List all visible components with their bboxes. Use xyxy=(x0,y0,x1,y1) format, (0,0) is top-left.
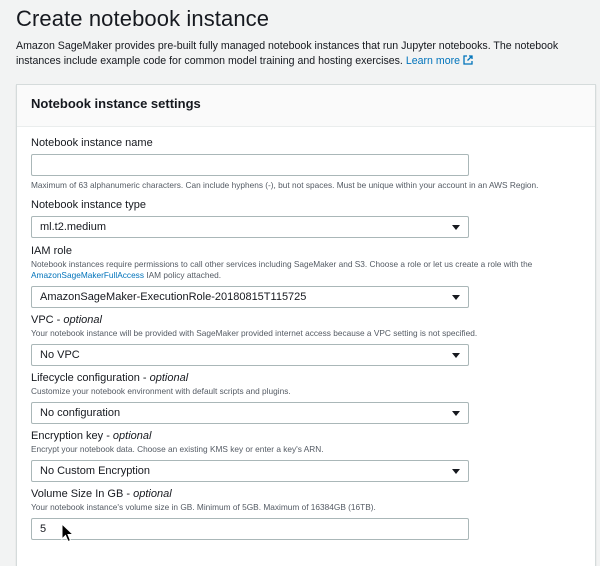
lifecycle-label: Lifecycle configuration - optional xyxy=(31,372,571,384)
iam-role-label: IAM role xyxy=(31,245,72,257)
iam-role-help: Notebook instances require permissions t… xyxy=(31,259,571,281)
encryption-value: No Custom Encryption xyxy=(40,465,151,477)
caret-down-icon xyxy=(452,469,460,474)
encryption-help: Encrypt your notebook data. Choose an ex… xyxy=(31,444,324,454)
settings-panel: Notebook instance settings Notebook inst… xyxy=(16,84,596,566)
lifecycle-optional-tag: optional xyxy=(149,372,189,384)
instance-name-help: Maximum of 63 alphanumeric characters. C… xyxy=(31,180,539,190)
panel-header: Notebook instance settings xyxy=(17,85,595,127)
caret-down-icon xyxy=(452,295,460,300)
encryption-select[interactable]: No Custom Encryption xyxy=(31,460,469,482)
caret-down-icon xyxy=(452,411,460,416)
encryption-label: Encryption key - optional xyxy=(31,430,571,442)
learn-more-label[interactable]: Learn more xyxy=(406,55,460,67)
lifecycle-label-text: Lifecycle configuration - xyxy=(31,372,150,384)
encryption-label-text: Encryption key - xyxy=(31,430,113,442)
field-lifecycle: Lifecycle configuration - optional Custo… xyxy=(31,372,571,424)
full-access-policy-link[interactable]: AmazonSageMakerFullAccess xyxy=(31,270,144,280)
mouse-pointer-icon xyxy=(61,523,75,543)
encryption-optional-tag: optional xyxy=(112,430,152,442)
caret-down-icon xyxy=(452,225,460,230)
instance-type-label: Notebook instance type xyxy=(31,199,146,211)
caret-down-icon xyxy=(452,353,460,358)
instance-type-value: ml.t2.medium xyxy=(40,221,107,233)
vpc-label: VPC - optional xyxy=(31,314,571,326)
vpc-select[interactable]: No VPC xyxy=(31,344,469,366)
panel-title: Notebook instance settings xyxy=(31,96,201,111)
instance-name-input[interactable] xyxy=(31,154,469,176)
field-iam-role: IAM role Notebook instances require perm… xyxy=(31,245,571,308)
volume-optional-tag: optional xyxy=(133,488,172,500)
vpc-label-text: VPC - xyxy=(31,314,64,326)
field-instance-type: Notebook instance type ml.t2.medium xyxy=(31,199,571,238)
external-link-icon xyxy=(463,55,473,65)
vpc-value: No VPC xyxy=(40,349,80,361)
lifecycle-select[interactable]: No configuration xyxy=(31,402,469,424)
field-encryption: Encryption key - optional Encrypt your n… xyxy=(31,430,571,482)
vpc-optional-tag: optional xyxy=(63,314,102,326)
lifecycle-help: Customize your notebook environment with… xyxy=(31,386,291,396)
intro-description: Amazon SageMaker provides pre-built full… xyxy=(16,40,559,67)
volume-size-input[interactable] xyxy=(31,518,469,540)
field-volume-size: Volume Size In GB - optional Your notebo… xyxy=(31,488,571,540)
iam-role-select[interactable]: AmazonSageMaker-ExecutionRole-20180815T1… xyxy=(31,286,469,308)
intro-text: Amazon SageMaker provides pre-built full… xyxy=(16,39,596,69)
iam-role-help-text: Notebook instances require permissions t… xyxy=(31,259,533,269)
instance-name-label: Notebook instance name xyxy=(31,137,153,149)
field-vpc: VPC - optional Your notebook instance wi… xyxy=(31,314,571,366)
volume-label: Volume Size In GB - optional xyxy=(31,488,571,500)
iam-role-value: AmazonSageMaker-ExecutionRole-20180815T1… xyxy=(40,291,307,303)
iam-role-help-suffix: IAM policy attached. xyxy=(146,270,222,280)
instance-type-select[interactable]: ml.t2.medium xyxy=(31,216,469,238)
vpc-help: Your notebook instance will be provided … xyxy=(31,328,478,338)
volume-label-text: Volume Size In GB - xyxy=(31,488,134,500)
learn-more-link[interactable]: Learn more xyxy=(406,55,473,67)
page-title: Create notebook instance xyxy=(16,6,270,31)
volume-help: Your notebook instance's volume size in … xyxy=(31,502,376,512)
field-instance-name: Notebook instance name Maximum of 63 alp… xyxy=(31,137,571,191)
lifecycle-value: No configuration xyxy=(40,407,121,419)
